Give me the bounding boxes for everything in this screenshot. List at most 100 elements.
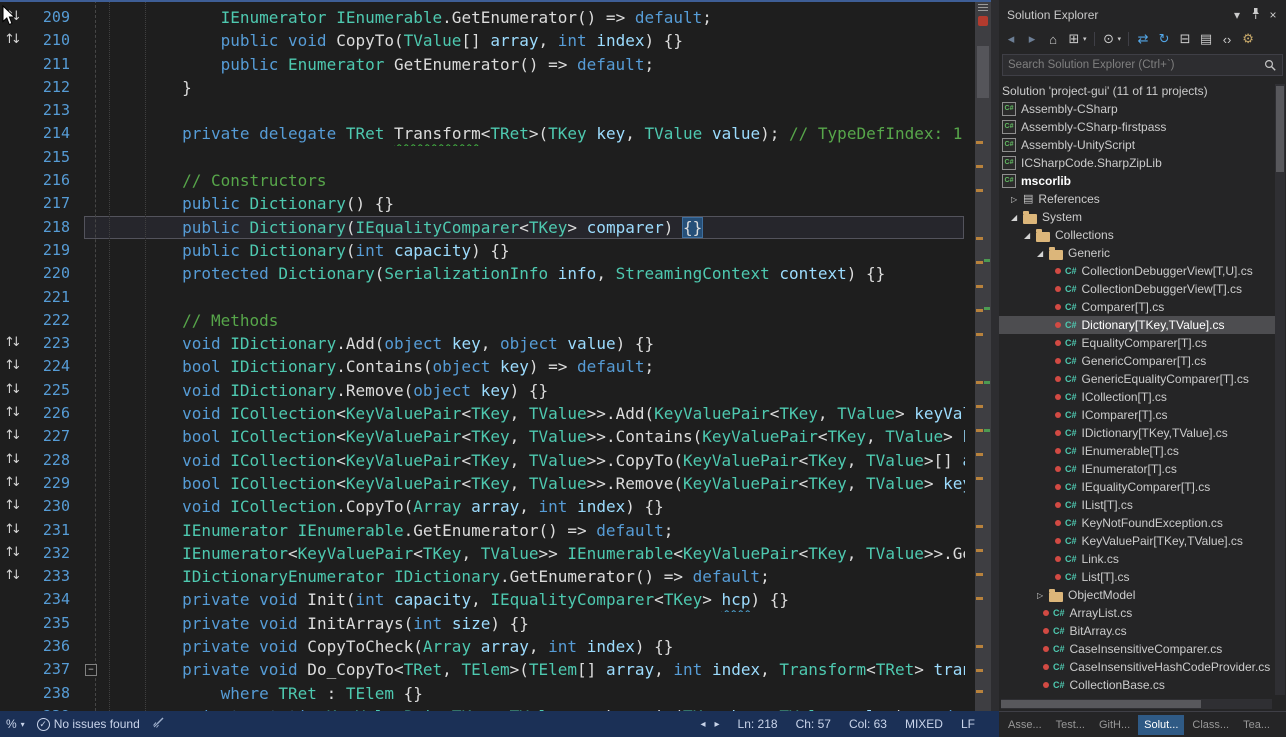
line-number[interactable]: 217 — [34, 192, 80, 215]
glyph-cell[interactable]: ↑↓ — [0, 29, 34, 52]
tree-item[interactable]: C#CollectionBase.cs — [999, 676, 1276, 694]
search-icon[interactable] — [1264, 59, 1277, 72]
line-number[interactable]: 219 — [34, 239, 80, 262]
glyph-cell[interactable] — [0, 309, 34, 332]
code-editor[interactable]: ↑↓↑↓↑↓↑↓↑↓↑↓↑↓↑↓↑↓↑↓↑↓↑↓↑↓ 2092102112122… — [0, 0, 991, 711]
line-number[interactable]: 215 — [34, 146, 80, 169]
glyph-cell[interactable] — [0, 658, 34, 681]
code-line-239[interactable]: private static KeyValuePair<TKey, TValue… — [105, 705, 965, 711]
code-line-235[interactable]: private void InitArrays(int size) {} — [105, 612, 965, 635]
panel-tab[interactable]: Solut... — [1138, 715, 1184, 735]
pending-changes-filter-icon[interactable]: ⊙ — [1102, 31, 1116, 47]
scrollbar-thumb[interactable] — [1276, 86, 1284, 172]
tree-item[interactable]: C#Link.cs — [999, 550, 1276, 568]
glyph-cell[interactable] — [0, 588, 34, 611]
line-number[interactable]: 229 — [34, 472, 80, 495]
glyph-cell[interactable]: ↑↓ — [0, 425, 34, 448]
code-line-214[interactable]: private delegate TRet Transform<TRet>(TK… — [105, 122, 965, 145]
override-arrows-icon[interactable]: ↑↓ — [4, 522, 18, 537]
glyph-cell[interactable]: ↑↓ — [0, 519, 34, 542]
line-number[interactable]: 213 — [34, 99, 80, 122]
tree-item[interactable]: C#ICollection[T].cs — [999, 388, 1276, 406]
code-line-209[interactable]: IEnumerator IEnumerable.GetEnumerator() … — [105, 6, 965, 29]
line-number[interactable]: 216 — [34, 169, 80, 192]
code-line-218[interactable]: public Dictionary(IEqualityComparer<TKey… — [105, 216, 965, 239]
line-number-margin[interactable]: 2092102112122132142152162172182192202212… — [34, 6, 80, 711]
code-line-227[interactable]: bool ICollection<KeyValuePair<TKey, TVal… — [105, 425, 965, 448]
code-line-220[interactable]: protected Dictionary(SerializationInfo i… — [105, 262, 965, 285]
override-arrows-icon[interactable]: ↑↓ — [4, 428, 18, 443]
collapse-arrow-icon[interactable]: ◢ — [1024, 231, 1036, 240]
line-number[interactable]: 209 — [34, 6, 80, 29]
code-line-225[interactable]: void IDictionary.Remove(object key) {} — [105, 379, 965, 402]
glyph-cell[interactable]: ↑↓ — [0, 402, 34, 425]
line-number[interactable]: 223 — [34, 332, 80, 355]
panel-tab[interactable]: Tea... — [1237, 715, 1276, 735]
override-arrows-icon[interactable]: ↑↓ — [4, 475, 18, 490]
tree-item[interactable]: C#ICSharpCode.SharpZipLib — [999, 154, 1276, 172]
tree-item[interactable]: C#ArrayList.cs — [999, 604, 1276, 622]
collapse-arrow-icon[interactable]: ◢ — [1037, 249, 1049, 258]
line-indicator[interactable]: Ln: 218 — [738, 717, 778, 731]
tree-item[interactable]: C#Assembly-UnityScript — [999, 136, 1276, 154]
code-cleanup-icon[interactable] — [152, 716, 165, 732]
switch-views-icon[interactable]: ⊞ — [1067, 31, 1081, 47]
collapse-arrow-icon[interactable]: ◢ — [1011, 213, 1023, 222]
glyph-cell[interactable] — [0, 705, 34, 711]
line-number[interactable]: 233 — [34, 565, 80, 588]
search-input[interactable]: Search Solution Explorer (Ctrl+`) — [1002, 54, 1283, 76]
char-indicator[interactable]: Ch: 57 — [796, 717, 831, 731]
eol-indicator[interactable]: LF — [961, 717, 975, 731]
glyph-cell[interactable]: ↑↓ — [0, 355, 34, 378]
solution-explorer-titlebar[interactable]: Solution Explorer ▾ × — [999, 0, 1286, 26]
line-number[interactable]: 239 — [34, 705, 80, 711]
code-line-228[interactable]: void ICollection<KeyValuePair<TKey, TVal… — [105, 449, 965, 472]
override-arrows-icon[interactable]: ↑↓ — [4, 568, 18, 583]
properties-icon[interactable]: ⚙ — [1241, 31, 1255, 47]
pending-changes-filter-icon-caret[interactable]: ▾ — [1118, 35, 1122, 43]
override-arrows-icon[interactable]: ↑↓ — [4, 452, 18, 467]
tree-item[interactable]: ◢Generic — [999, 244, 1276, 262]
code-line-210[interactable]: public void CopyTo(TValue[] array, int i… — [105, 29, 965, 52]
tree-item[interactable]: C#Comparer[T].cs — [999, 298, 1276, 316]
line-number[interactable]: 230 — [34, 495, 80, 518]
code-line-215[interactable] — [105, 146, 965, 169]
glyph-cell[interactable]: ↑↓ — [0, 565, 34, 588]
panel-splitter[interactable] — [991, 0, 999, 711]
code-line-212[interactable]: } — [105, 76, 965, 99]
tree-horizontal-scrollbar[interactable] — [1001, 699, 1272, 709]
scrollbar-thumb[interactable] — [1001, 700, 1201, 708]
glyph-cell[interactable] — [0, 146, 34, 169]
code-line-226[interactable]: void ICollection<KeyValuePair<TKey, TVal… — [105, 402, 965, 425]
line-number[interactable]: 225 — [34, 379, 80, 402]
window-position-icon[interactable]: ▾ — [1228, 8, 1246, 22]
line-number[interactable]: 237 — [34, 658, 80, 681]
code-line-211[interactable]: public Enumerator GetEnumerator() => def… — [105, 53, 965, 76]
override-arrows-icon[interactable]: ↑↓ — [4, 405, 18, 420]
code-line-217[interactable]: public Dictionary() {} — [105, 192, 965, 215]
tree-item[interactable]: C#BitArray.cs — [999, 622, 1276, 640]
glyph-cell[interactable] — [0, 53, 34, 76]
line-number[interactable]: 212 — [34, 76, 80, 99]
refresh-icon[interactable]: ↻ — [1157, 31, 1171, 47]
tree-item[interactable]: ◢Collections — [999, 226, 1276, 244]
line-number[interactable]: 234 — [34, 588, 80, 611]
code-line-238[interactable]: where TRet : TElem {} — [105, 682, 965, 705]
code-line-234[interactable]: private void Init(int capacity, IEqualit… — [105, 588, 965, 611]
glyph-cell[interactable] — [0, 239, 34, 262]
tree-item[interactable]: C#IComparer[T].cs — [999, 406, 1276, 424]
tree-item[interactable]: ◢System — [999, 208, 1276, 226]
tree-item[interactable]: C#CollectionDebuggerView[T,U].cs — [999, 262, 1276, 280]
code-line-229[interactable]: bool ICollection<KeyValuePair<TKey, TVal… — [105, 472, 965, 495]
switch-views-icon-caret[interactable]: ▾ — [1083, 35, 1087, 43]
line-number[interactable]: 226 — [34, 402, 80, 425]
glyph-cell[interactable]: ↑↓ — [0, 449, 34, 472]
tree-item[interactable]: C#IList[T].cs — [999, 496, 1276, 514]
line-number[interactable]: 214 — [34, 122, 80, 145]
file-health-indicator-icon[interactable] — [978, 16, 988, 26]
tree-item[interactable]: C#GenericEqualityComparer[T].cs — [999, 370, 1276, 388]
code-line-222[interactable]: // Methods — [105, 309, 965, 332]
code-line-236[interactable]: private void CopyToCheck(Array array, in… — [105, 635, 965, 658]
tree-item[interactable]: C#IEqualityComparer[T].cs — [999, 478, 1276, 496]
line-number[interactable]: 210 — [34, 29, 80, 52]
